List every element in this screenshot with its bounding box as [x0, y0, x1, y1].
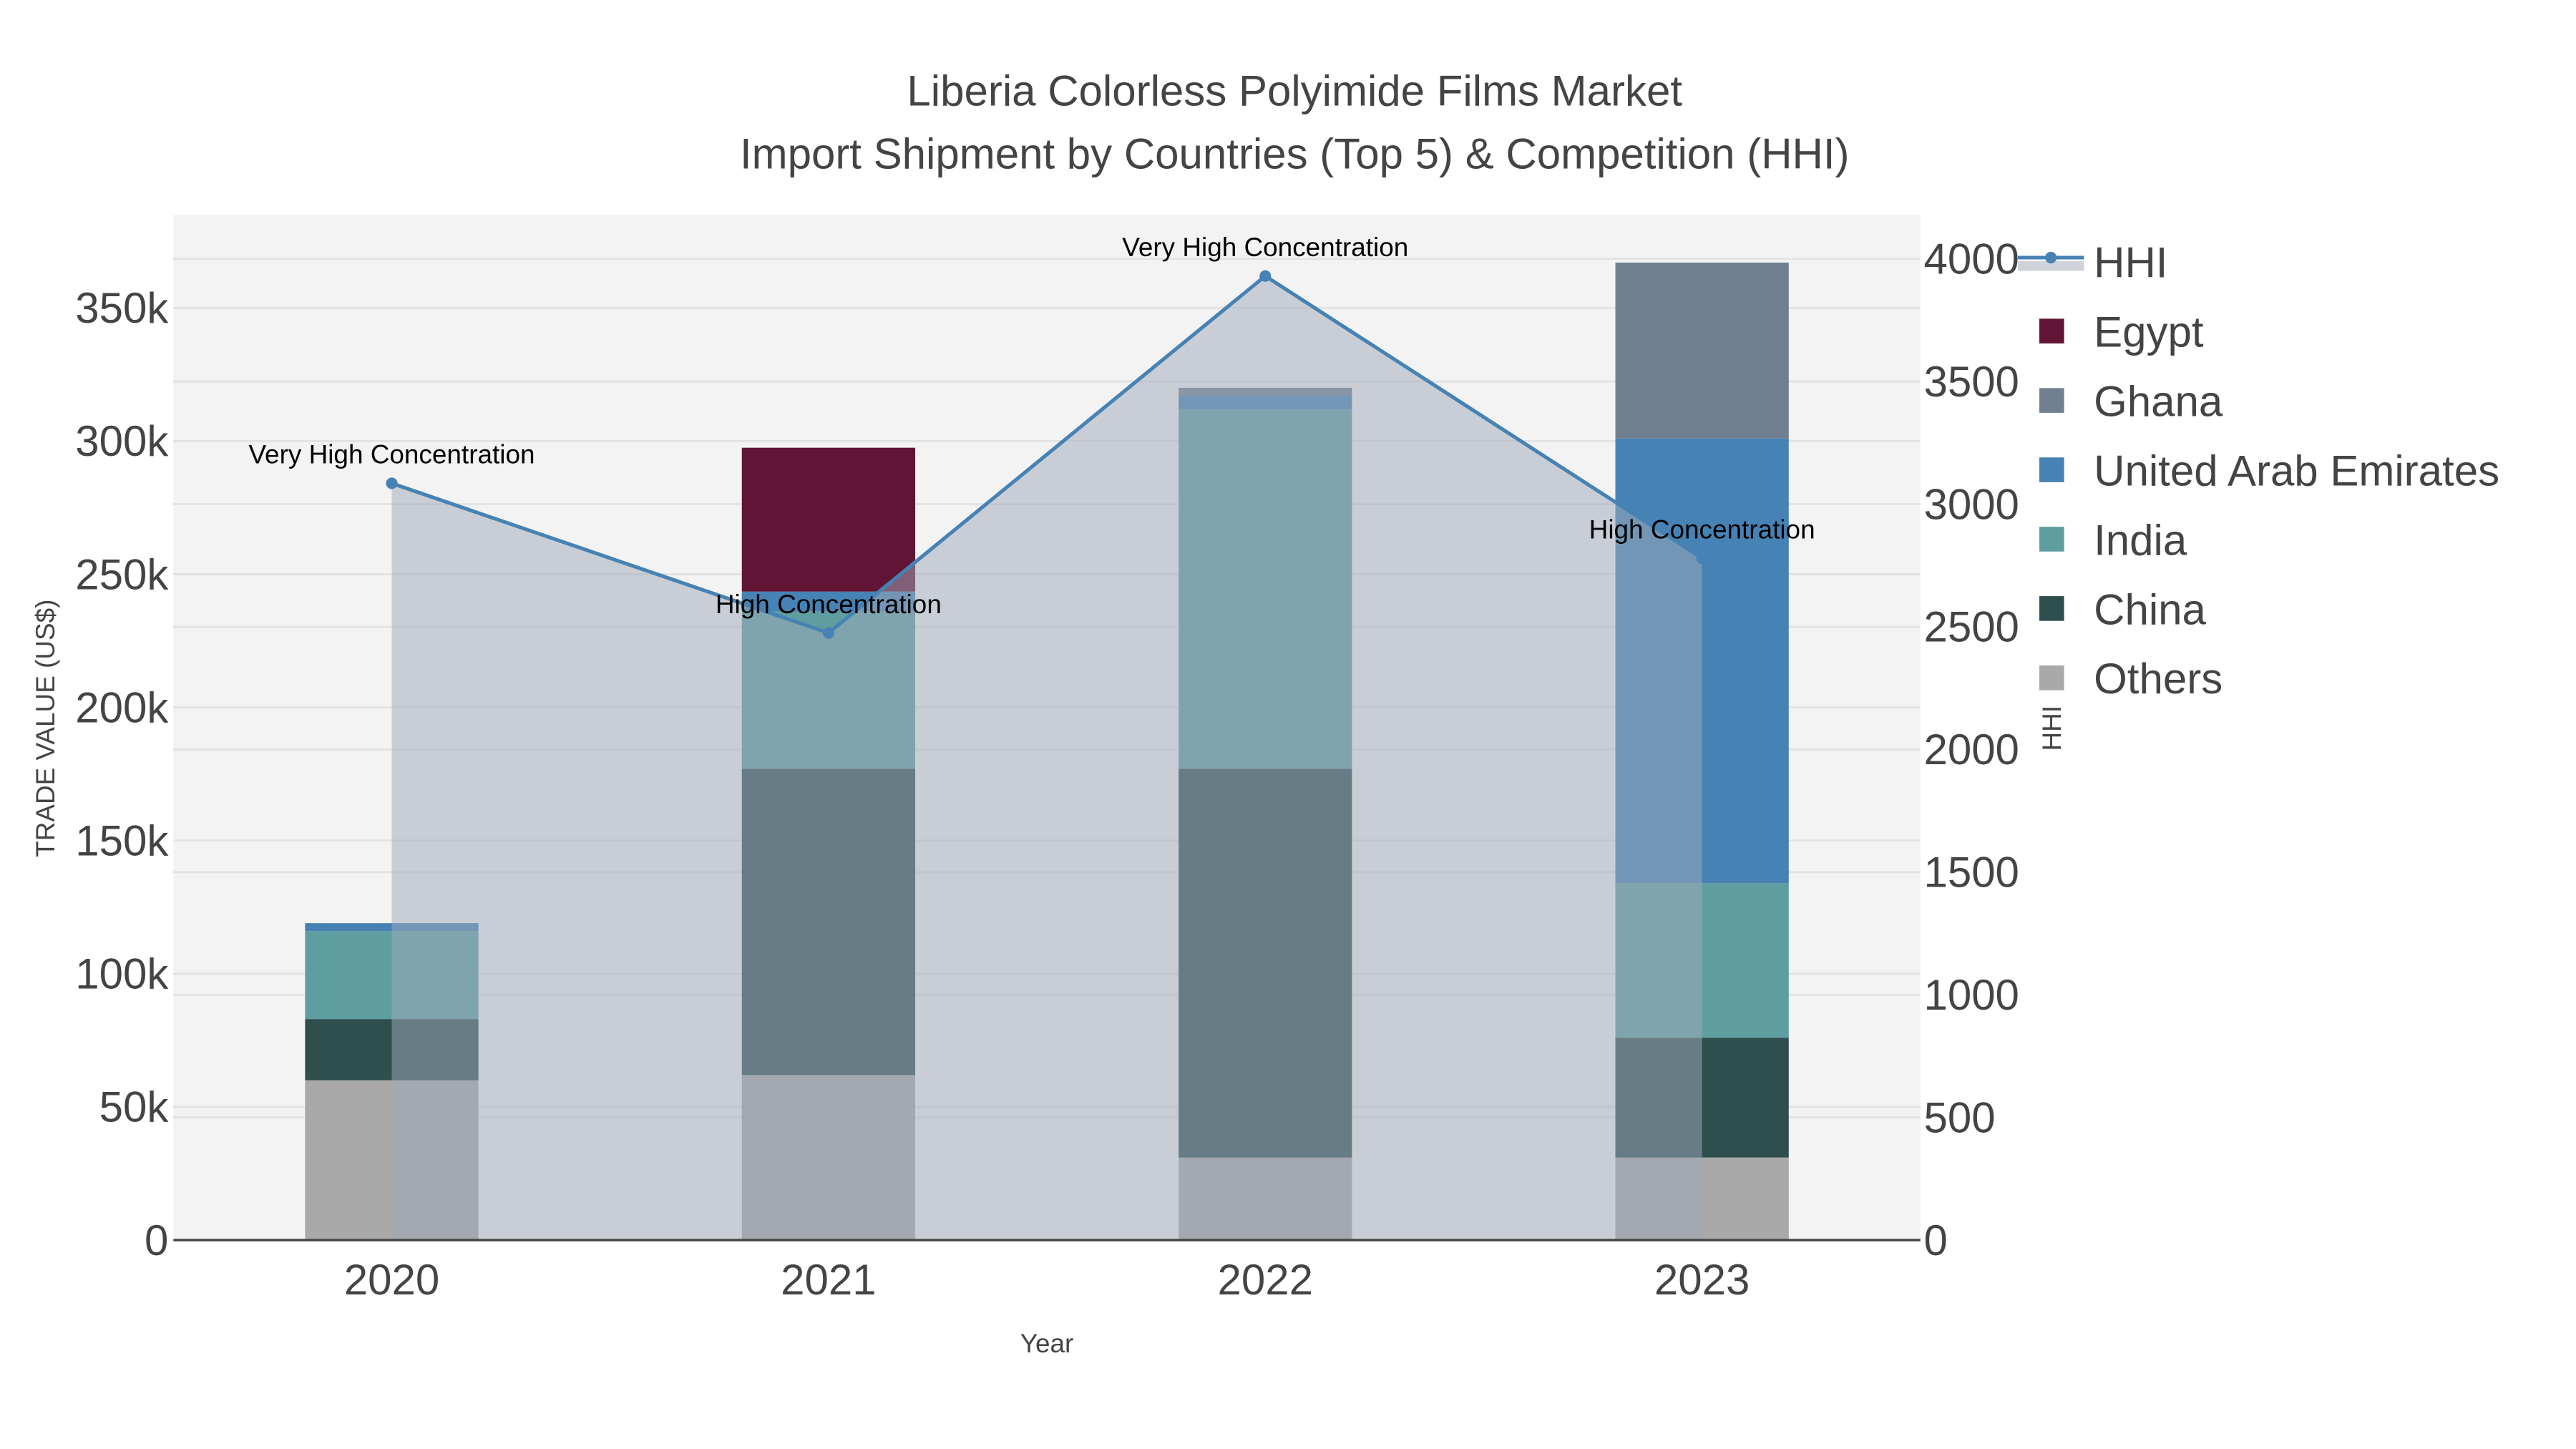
hhi-point-2023 [1696, 552, 1708, 565]
hhi-annotation: Very High Concentration [248, 440, 535, 469]
legend-label-ghana: Ghana [2094, 378, 2223, 426]
y2-axis-ticks: 0 500 1000 1500 2000 2500 3000 3500 4000 [1923, 235, 2019, 1264]
y-tick-label: 300k [75, 417, 169, 465]
bar-ghana-2023 [1615, 263, 1789, 439]
legend-swatch-others [2039, 665, 2064, 691]
legend-label-others: Others [2094, 655, 2223, 703]
hhi-point-2022 [1259, 270, 1272, 282]
y2-tick-label: 0 [1923, 1216, 1947, 1264]
legend-swatch-india [2039, 527, 2064, 552]
chart-title: Liberia Colorless Polyimide Films Market [907, 67, 1682, 115]
x-tick-label: 2020 [344, 1256, 439, 1304]
x-tick-label: 2022 [1218, 1256, 1313, 1304]
y2-tick-label: 2500 [1923, 603, 2019, 651]
y-tick-label: 50k [99, 1083, 170, 1131]
y-axis-ticks: 0 50k 100k 150k 200k 250k 300k 350k [75, 284, 169, 1264]
x-axis-title: Year [1020, 1329, 1074, 1358]
x-axis-ticks: 2020 2021 2022 2023 [344, 1256, 1750, 1304]
hhi-annotation: High Concentration [716, 590, 942, 619]
y-axis-title: TRADE VALUE (US$) [31, 600, 60, 857]
y-tick-label: 200k [75, 683, 169, 731]
legend: HHI Egypt Ghana United Arab Emirates India Ch… [2017, 239, 2499, 703]
y-tick-label: 250k [75, 550, 169, 598]
y2-axis-title: HHI [2037, 706, 2067, 751]
y2-tick-label: 3500 [1923, 358, 2019, 406]
hhi-annotation: High Concentration [1589, 514, 1815, 544]
y2-tick-label: 500 [1923, 1093, 1995, 1141]
hhi-point-2021 [822, 627, 834, 639]
chart: Very High Concentration High Concentratio… [31, 67, 2499, 1358]
y-tick-label: 150k [75, 817, 169, 865]
legend-label-egypt: Egypt [2094, 308, 2204, 356]
x-tick-label: 2021 [781, 1256, 876, 1304]
y-tick-label: 0 [145, 1216, 168, 1264]
y-tick-label: 350k [75, 284, 169, 332]
legend-label-china: China [2094, 585, 2206, 633]
y2-tick-label: 1000 [1923, 971, 2019, 1019]
legend-swatch-ghana [2039, 388, 2064, 413]
y2-tick-label: 1500 [1923, 849, 2019, 897]
y2-tick-label: 3000 [1923, 480, 2019, 528]
legend-label-united-arab-emirates: United Arab Emirates [2094, 447, 2499, 494]
y2-tick-label: 2000 [1923, 726, 2019, 774]
bar-egypt-2021 [741, 447, 916, 592]
hhi-point-2020 [386, 477, 398, 489]
chart-subtitle: Import Shipment by Countries (Top 5) & C… [740, 130, 1850, 177]
legend-label-india: India [2094, 516, 2187, 564]
x-tick-label: 2023 [1654, 1256, 1750, 1304]
legend-swatch-egypt [2039, 318, 2064, 343]
y-tick-label: 100k [75, 950, 169, 998]
legend-hhi-marker [2045, 251, 2057, 264]
legend-swatch-china [2039, 596, 2064, 621]
legend-swatch-united-arab-emirates [2039, 457, 2064, 482]
hhi-annotation: Very High Concentration [1122, 233, 1408, 262]
legend-label-hhi: HHI [2094, 239, 2167, 287]
y2-tick-label: 4000 [1923, 235, 2019, 283]
